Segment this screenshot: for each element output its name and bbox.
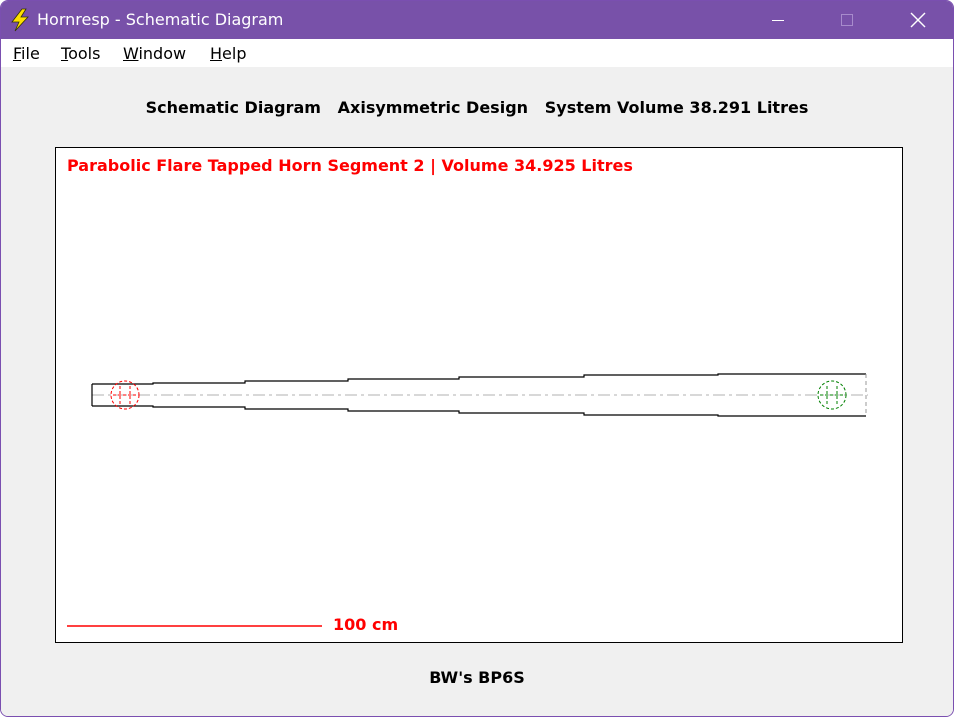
menu-tools-accel: T	[61, 44, 69, 63]
horn-upper-wall	[92, 373, 866, 385]
menu-window[interactable]: Window	[123, 44, 186, 64]
driver-2-icon	[817, 380, 847, 410]
lightning-icon	[11, 8, 29, 32]
close-icon	[910, 12, 926, 28]
driver-1-icon	[110, 380, 140, 410]
menu-help-accel: H	[210, 44, 223, 63]
menu-tools-label: ools	[68, 44, 101, 63]
horn-lower-wall	[92, 405, 866, 417]
record-title: BW's BP6S	[429, 668, 525, 687]
menu-window-label: indow	[138, 44, 187, 63]
scale-label: 100 cm	[333, 615, 399, 634]
menu-tools[interactable]: Tools	[61, 44, 100, 64]
app-window: Hornresp - Schematic Diagram File Tools …	[0, 0, 954, 717]
menu-bar: File Tools Window Help	[1, 39, 953, 67]
diagram-heading: Schematic Diagram Axisymmetric Design Sy…	[145, 98, 809, 117]
horn-schematic	[67, 373, 868, 627]
menu-file-accel: F	[13, 44, 22, 63]
schematic-panel: Parabolic Flare Tapped Horn Segment 2 | …	[55, 147, 903, 643]
menu-file-label: ile	[21, 44, 40, 63]
maximize-button[interactable]	[824, 1, 870, 39]
window-title: Hornresp - Schematic Diagram	[37, 10, 284, 29]
menu-help-label: elp	[222, 44, 247, 63]
menu-help[interactable]: Help	[210, 44, 246, 64]
title-bar[interactable]: Hornresp - Schematic Diagram	[1, 1, 953, 39]
client-area: Schematic Diagram Axisymmetric Design Sy…	[1, 67, 953, 716]
maximize-icon	[841, 14, 853, 26]
close-button[interactable]	[895, 1, 941, 39]
minimize-button[interactable]	[755, 1, 801, 39]
menu-file[interactable]: File	[13, 44, 40, 64]
menu-window-accel: W	[123, 44, 139, 63]
minimize-icon	[772, 20, 784, 21]
